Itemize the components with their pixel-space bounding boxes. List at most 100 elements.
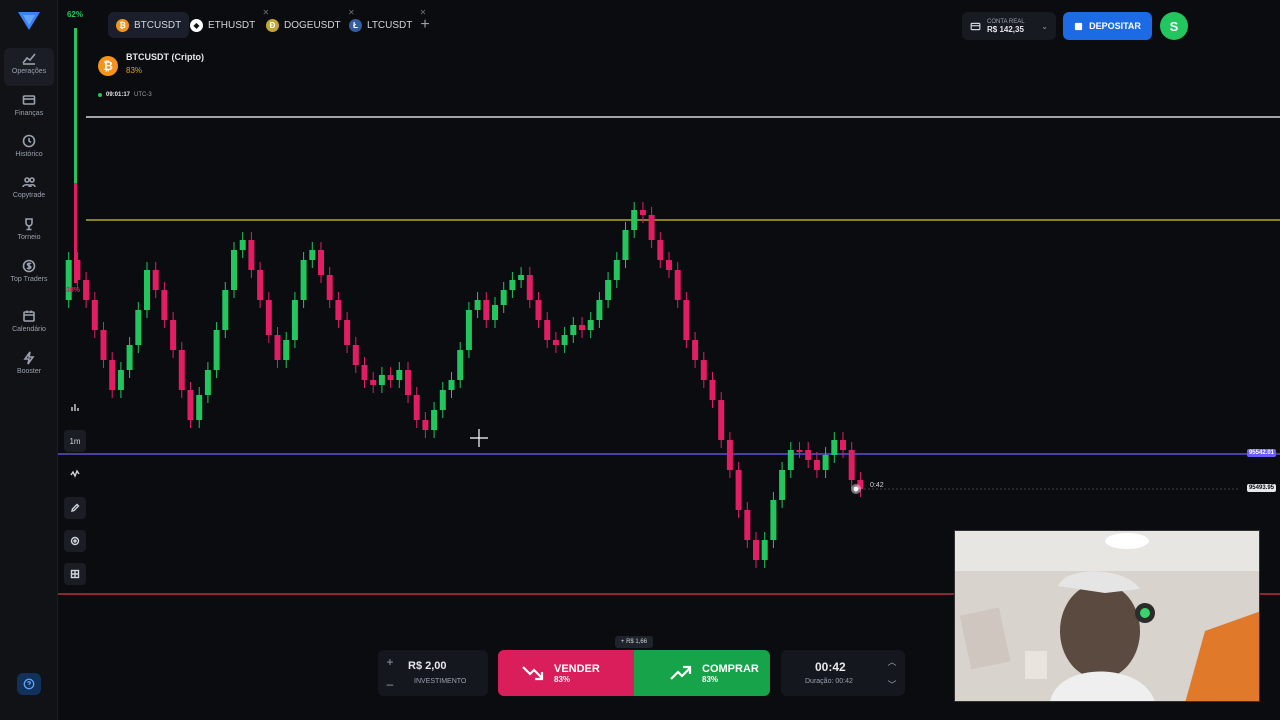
status-dot-icon [98, 93, 102, 97]
candle-body [335, 300, 342, 320]
candle-body [83, 280, 90, 300]
chevron-up-icon[interactable]: ︿ [885, 654, 899, 668]
candle-body [518, 275, 525, 280]
candle-body [631, 210, 638, 230]
sidebar-item-operacoes[interactable]: Operações [4, 48, 54, 86]
tab-btcusdt[interactable]: ₿ BTCUSDT [108, 12, 190, 38]
candle-body [239, 240, 246, 250]
sidebar: Operações Finanças Histórico Copytrade T… [0, 0, 58, 720]
profit-tooltip: + R$ 1,66 [615, 636, 653, 648]
sidebar-item-financas[interactable]: Finanças [4, 90, 54, 128]
candle-body [135, 310, 142, 345]
drawing-tools-button[interactable] [64, 497, 86, 519]
increase-amount-button[interactable]: + [383, 655, 397, 669]
candle-body [831, 440, 838, 455]
candle-body [274, 335, 281, 360]
candle-body [822, 455, 829, 470]
candle-body [570, 325, 577, 335]
buy-button[interactable]: COMPRAR 83% [634, 650, 770, 696]
investment-value[interactable]: R$ 2,00 [408, 660, 447, 672]
bitcoin-icon: ₿ [116, 18, 129, 32]
indicators-button[interactable] [64, 463, 86, 485]
candle-body [378, 375, 385, 385]
candles-group [65, 202, 864, 568]
candle-body [587, 320, 594, 330]
candle-body [735, 470, 742, 510]
candle-body [666, 260, 672, 270]
investment-panel: + – R$ 2,00 INVESTIMENTO [378, 650, 488, 696]
crosshair-cursor [470, 429, 488, 447]
clock-timezone: UTC-3 [134, 92, 152, 98]
chevron-down-icon: ⌄ [1041, 21, 1048, 31]
candle-body [309, 250, 316, 260]
candle-body [231, 250, 237, 290]
asset-info: ₿ BTCUSDT (Cripto) 83% [98, 52, 204, 76]
sidebar-item-historico[interactable]: Histórico [4, 131, 54, 169]
candle-body [474, 300, 481, 310]
candle-body [117, 370, 124, 390]
candle-body [352, 345, 359, 365]
chart-type-button[interactable] [64, 396, 86, 418]
pencil-icon [71, 503, 80, 512]
candle-body [439, 390, 446, 410]
sidebar-item-top-traders[interactable]: Top Traders [4, 256, 54, 298]
candle-body [65, 260, 72, 300]
candle-body [813, 460, 820, 470]
deposit-button[interactable]: DEPOSITAR [1063, 12, 1152, 40]
sidebar-item-torneio[interactable]: Torneio [4, 214, 54, 252]
candle-body [91, 300, 98, 330]
wallet-icon [22, 95, 36, 105]
tab-ethusdt[interactable]: ✕ ◆ ETHUSDT [182, 8, 269, 38]
chevron-down-icon[interactable]: ﹀ [885, 677, 899, 691]
candle-body [344, 320, 351, 345]
calendar-icon [23, 310, 35, 322]
target-icon [70, 536, 80, 546]
tab-ltcusdt[interactable]: ✕ Ł LTCUSDT [341, 8, 426, 38]
decrease-amount-button[interactable]: – [383, 677, 397, 691]
candle-body [187, 390, 194, 420]
sidebar-item-copytrade[interactable]: Copytrade [4, 172, 54, 210]
account-selector[interactable]: CONTA REAL R$ 142,35 ⌄ [962, 12, 1056, 40]
plus-icon: + [420, 16, 430, 33]
candle-body [544, 320, 551, 340]
indicator-icon [70, 469, 80, 478]
wallet-icon [970, 22, 981, 30]
candle-body [213, 330, 220, 370]
candle-body [700, 360, 707, 380]
candle-body [509, 280, 516, 290]
brand-logo-icon[interactable] [17, 10, 41, 32]
help-button[interactable] [17, 673, 41, 695]
candle-body [492, 305, 498, 320]
candle-body [483, 300, 490, 320]
candle-body [431, 410, 438, 430]
candle-body [74, 260, 81, 280]
add-tab-button[interactable]: + [414, 14, 436, 36]
duration-value[interactable]: 00:42 [815, 660, 846, 674]
lightning-icon [23, 351, 35, 365]
sidebar-item-label: Finanças [14, 110, 44, 117]
sell-button[interactable]: VENDER 83% [498, 650, 634, 696]
candle-body [770, 500, 777, 540]
candle-body [387, 375, 394, 380]
candle-body [300, 260, 307, 300]
sidebar-item-booster[interactable]: Booster [4, 348, 54, 386]
candle-body [779, 470, 786, 500]
target-button[interactable] [64, 530, 86, 552]
tab-label: BTCUSDT [134, 19, 182, 31]
candle-body [178, 350, 185, 390]
candle-body [726, 440, 733, 470]
candle-body [248, 240, 255, 270]
tab-dogeusdt[interactable]: ✕ Ð DOGEUSDT [258, 8, 355, 38]
candle-body [796, 450, 803, 452]
avatar[interactable]: S [1160, 12, 1188, 40]
timeframe-button[interactable]: 1m [64, 430, 86, 452]
candle-body [648, 215, 655, 240]
sidebar-item-calendario[interactable]: Calendário [4, 306, 54, 344]
history-icon [22, 134, 36, 148]
candle-body [718, 400, 725, 440]
sidebar-item-label: Top Traders [10, 276, 48, 283]
candle-body [283, 340, 290, 360]
webcam-image [955, 531, 1259, 701]
layout-button[interactable] [64, 563, 86, 585]
deposit-icon [1074, 22, 1083, 30]
